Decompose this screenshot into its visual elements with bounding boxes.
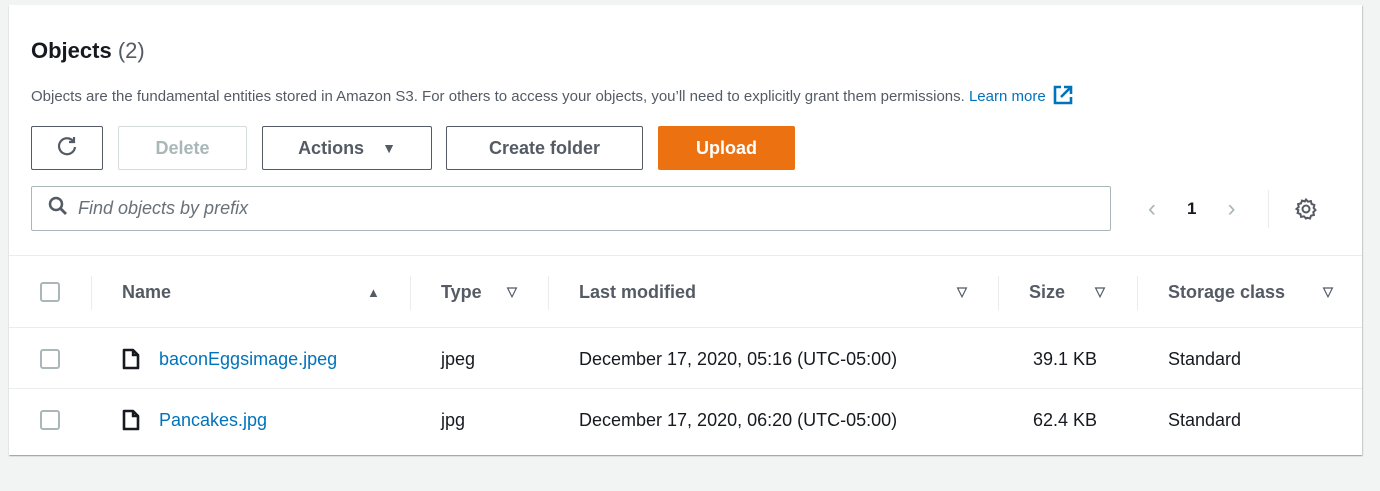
- column-header-name[interactable]: Name ▲: [122, 256, 412, 328]
- column-header-last-modified[interactable]: Last modified ▽: [579, 256, 979, 328]
- row-checkbox[interactable]: [40, 349, 60, 369]
- learn-more-link[interactable]: Learn more: [969, 85, 1074, 105]
- refresh-button[interactable]: [31, 126, 103, 170]
- type-cell: jpg: [441, 409, 466, 430]
- sort-icon: ▽: [507, 284, 517, 299]
- size-cell: 62.4 KB: [1033, 409, 1098, 430]
- column-header-storage-class[interactable]: Storage class ▽: [1168, 256, 1348, 328]
- last-modified-cell: December 17, 2020, 06:20 (UTC-05:00): [579, 409, 898, 430]
- type-cell: jpeg: [441, 348, 476, 369]
- current-page-number[interactable]: 1: [1187, 199, 1196, 219]
- object-link[interactable]: baconEggsimage.jpeg: [159, 349, 337, 370]
- row-select-cell: [40, 390, 60, 450]
- name-cell: Pancakes.jpg: [122, 390, 267, 450]
- previous-page-icon[interactable]: ‹: [1141, 195, 1163, 223]
- column-header-size[interactable]: Size ▽: [1029, 256, 1129, 328]
- refresh-icon: [56, 135, 78, 162]
- column-divider: [410, 276, 411, 310]
- gear-icon[interactable]: [1294, 197, 1318, 226]
- file-icon: [122, 348, 140, 370]
- panel-description: Objects are the fundamental entities sto…: [31, 84, 1074, 110]
- delete-button[interactable]: Delete: [118, 126, 247, 170]
- external-link-icon: [1052, 84, 1074, 110]
- last-modified-cell: December 17, 2020, 05:16 (UTC-05:00): [579, 348, 898, 369]
- pagination: ‹ 1 ›: [1141, 192, 1242, 226]
- name-cell: baconEggsimage.jpeg: [122, 329, 337, 389]
- table-row: Pancakes.jpg jpg December 17, 2020, 06:2…: [9, 390, 1362, 450]
- search-box: [31, 186, 1111, 231]
- sort-icon: ▽: [957, 284, 967, 299]
- row-checkbox[interactable]: [40, 410, 60, 430]
- upload-button[interactable]: Upload: [658, 126, 795, 170]
- object-count: (2): [117, 38, 145, 63]
- storage-class-cell: Standard: [1168, 409, 1242, 430]
- column-header-type[interactable]: Type ▽: [441, 256, 541, 328]
- column-divider: [1137, 276, 1138, 310]
- description-text: Objects are the fundamental entities sto…: [31, 88, 965, 105]
- next-page-icon[interactable]: ›: [1220, 195, 1242, 223]
- sort-ascending-icon: ▲: [367, 284, 380, 300]
- search-input[interactable]: [78, 198, 1078, 219]
- size-cell: 39.1 KB: [1033, 348, 1098, 369]
- select-all-checkbox[interactable]: [40, 282, 60, 302]
- column-divider: [91, 276, 92, 310]
- table-row: baconEggsimage.jpeg jpeg December 17, 20…: [9, 329, 1362, 389]
- file-icon: [122, 409, 140, 431]
- column-divider: [998, 276, 999, 310]
- create-folder-button[interactable]: Create folder: [446, 126, 643, 170]
- page-title: Objects (2): [31, 38, 145, 63]
- object-link[interactable]: Pancakes.jpg: [159, 410, 267, 431]
- column-divider: [548, 276, 549, 310]
- sort-icon: ▽: [1095, 284, 1105, 299]
- table-header: Name ▲ Type ▽ Last modified ▽ Size ▽ Storage…: [9, 255, 1362, 328]
- select-all-cell: [40, 256, 60, 328]
- actions-button[interactable]: Actions ▼: [262, 126, 432, 170]
- search-icon: [48, 196, 68, 221]
- row-select-cell: [40, 329, 60, 389]
- pager-divider: [1268, 190, 1269, 228]
- storage-class-cell: Standard: [1168, 348, 1242, 369]
- caret-down-icon: ▼: [382, 140, 396, 156]
- sort-icon: ▽: [1323, 284, 1333, 299]
- panel-header: Objects (2): [31, 38, 145, 64]
